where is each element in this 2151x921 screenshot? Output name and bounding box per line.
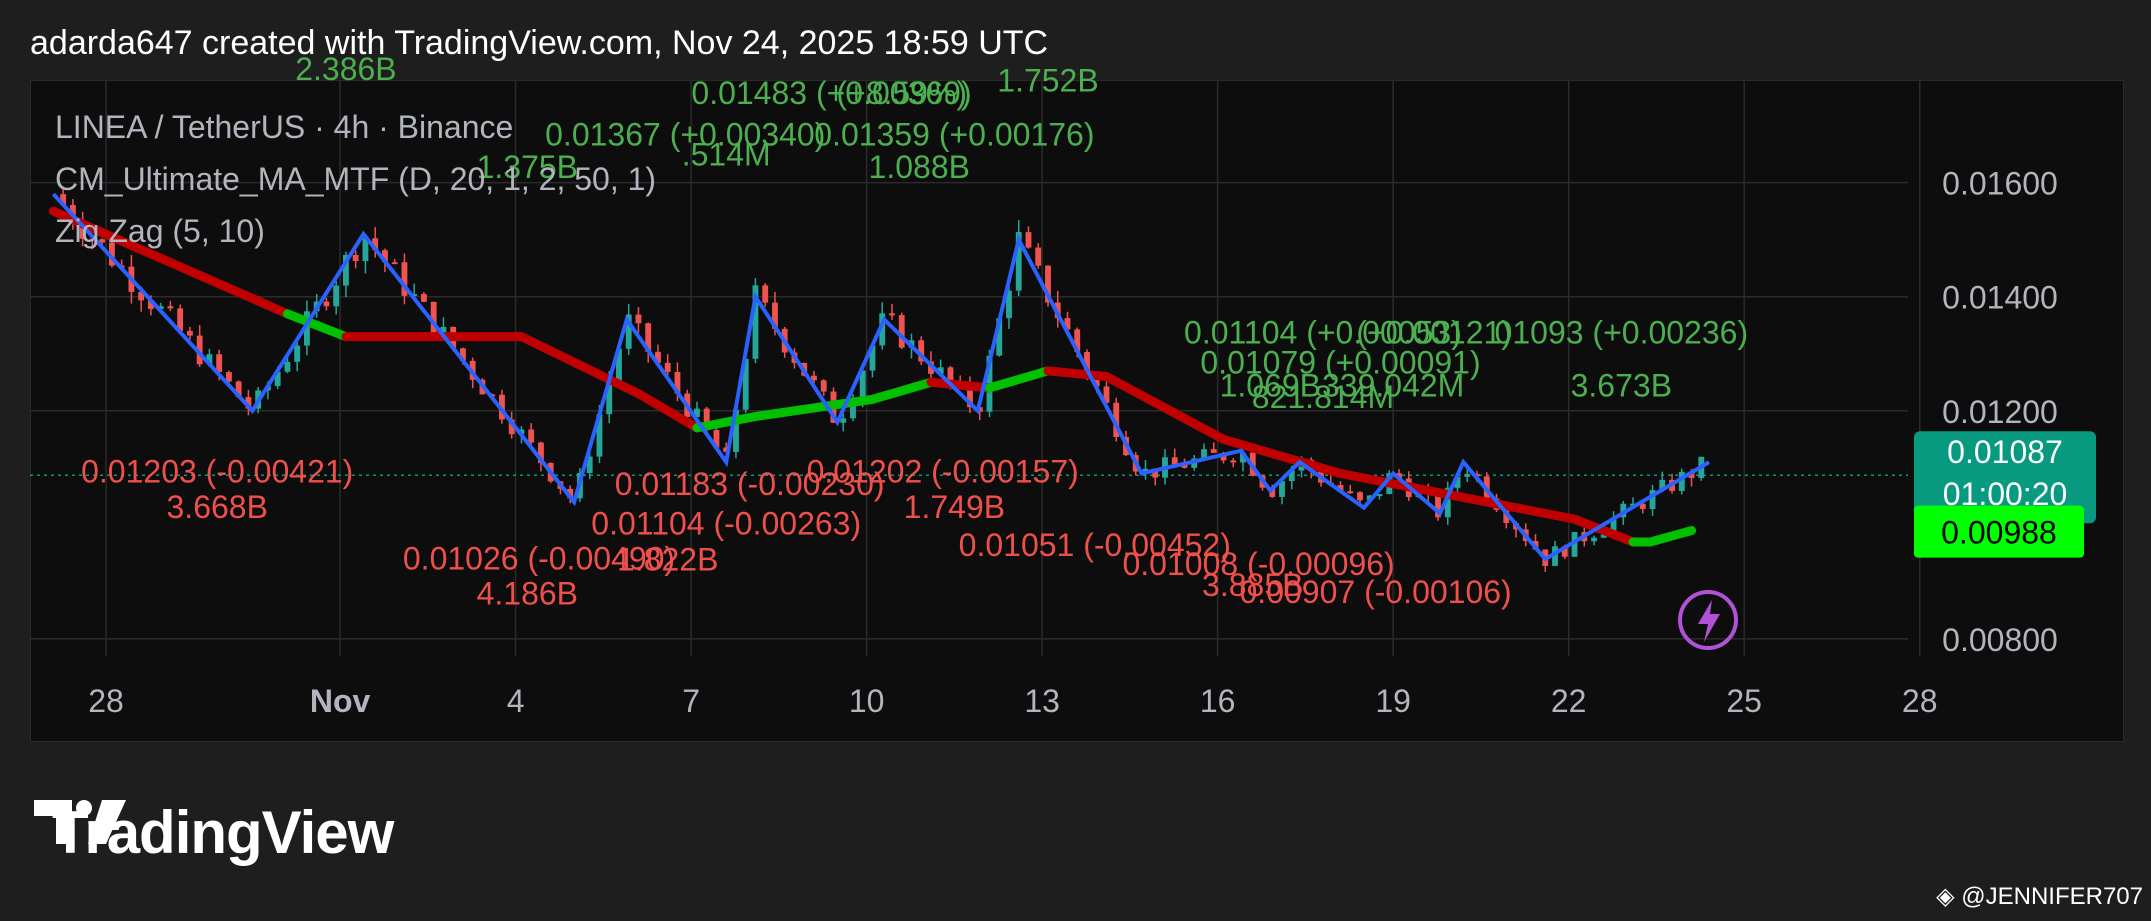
zigzag-label: 0.01203 (-0.00421): [81, 454, 353, 490]
ma-segment: [1646, 526, 1697, 547]
candle-body: [167, 306, 174, 309]
x-tick-label: 10: [849, 683, 885, 719]
y-tick-label: 0.01200: [1942, 394, 2058, 430]
ma-segment: [165, 257, 292, 319]
candle-body: [898, 315, 905, 348]
x-tick-label: 28: [1902, 683, 1938, 719]
zigzag-label: 3.668B: [167, 489, 268, 525]
candle-body: [421, 294, 427, 302]
zigzag-label: 1.749B: [904, 489, 1005, 525]
candle-body: [1025, 232, 1032, 248]
x-tick-label: 16: [1200, 683, 1236, 719]
candle-body: [352, 254, 359, 262]
candle-body: [840, 418, 847, 423]
zigzag-label: 0.01026 (-0.00490): [403, 540, 675, 576]
zigzag-label: 01093 (+0.00236): [1495, 314, 1749, 350]
x-tick-label: 7: [682, 683, 700, 719]
candle-body: [186, 330, 193, 336]
price-badges: 0.0108701:00:200.00988: [1914, 431, 2096, 558]
zigzag-label: 0.01359 (+0.00176): [814, 117, 1094, 153]
zigzag-label: 3.673B: [1571, 368, 1672, 404]
y-tick-label: 0.01400: [1942, 280, 2058, 316]
x-tick-label: 25: [1726, 683, 1762, 719]
candle-body: [1591, 537, 1597, 542]
watermark: ◈ @JENNIFER707: [1936, 883, 2143, 910]
price-chart[interactable]: 2.386B0.01483 (+0.00369)(+8.59%) 1.752B0.…: [0, 0, 2151, 921]
candle-body: [294, 345, 301, 362]
zigzag-label: 0.01202 (-0.00157): [807, 454, 1079, 490]
legend-ma-indicator[interactable]: CM_Ultimate_MA_MTF (D, 20, 1, 2, 50, 1): [55, 161, 656, 197]
candle-body: [528, 429, 535, 443]
candle-body: [820, 380, 827, 392]
ma-segment: [1453, 491, 1580, 524]
x-tick-label: Nov: [310, 683, 371, 719]
candle-body: [1464, 473, 1471, 477]
x-tick-label: 13: [1024, 683, 1060, 719]
ma-segment: [926, 377, 994, 393]
candle-body: [1171, 457, 1178, 465]
candle-body: [1357, 492, 1363, 501]
candle-body: [225, 372, 232, 382]
candle-body: [1210, 449, 1217, 453]
candle-body: [1035, 247, 1042, 266]
candle-body: [284, 361, 291, 372]
zigzag-label: 2.386B: [295, 51, 396, 87]
tradingview-logo: TradingView: [34, 798, 394, 867]
x-tick-label: 4: [507, 683, 525, 719]
candle-body: [323, 301, 330, 307]
zigzag-label: 0.00907 (-0.00106): [1240, 574, 1512, 610]
tradingview-logo-icon: [34, 800, 126, 844]
candle-body: [1230, 460, 1237, 463]
zigzag-label: .514M: [682, 137, 771, 173]
candle-body: [216, 354, 223, 373]
axes: 28 Nov 4 7 10 13 16 19 22 25 28 0.01600 0.01400 0.012…: [88, 166, 2058, 719]
ma-segment: [867, 377, 936, 404]
ma-segment: [1101, 372, 1228, 444]
zigzag-label: (+8.59%): [836, 75, 967, 111]
zigzag-label: 4.186B: [477, 576, 578, 612]
ma-segment: [984, 366, 1053, 393]
y-tick-label: 0.00800: [1942, 622, 2058, 658]
candle-body: [635, 314, 642, 324]
legend-symbol[interactable]: LINEA / TetherUS · 4h · Binance: [55, 109, 513, 145]
candle-body: [664, 362, 671, 372]
candle-body: [1347, 491, 1354, 494]
ma-segment: [1043, 366, 1111, 382]
candle-body: [762, 285, 769, 303]
candle-body: [889, 313, 895, 316]
last-price-value: 0.01087: [1947, 434, 2063, 470]
ma-value-label: 0.00988: [1941, 515, 2057, 551]
zigzag-label: 1.752B: [997, 62, 1098, 98]
zigzag-label: 0.01104 (-0.00263): [591, 506, 861, 542]
zigzag-label: 821.814M: [1252, 379, 1394, 415]
y-tick-label: 0.01600: [1942, 166, 2058, 202]
x-tick-label: 22: [1551, 683, 1587, 719]
x-tick-label: 19: [1375, 683, 1411, 719]
candle-body: [333, 285, 340, 307]
x-tick-label: 28: [88, 683, 124, 719]
zigzag-label: 1.088B: [869, 149, 970, 185]
candle-body: [391, 262, 398, 265]
legend-zigzag-indicator[interactable]: Zig Zag (5, 10): [55, 213, 265, 249]
